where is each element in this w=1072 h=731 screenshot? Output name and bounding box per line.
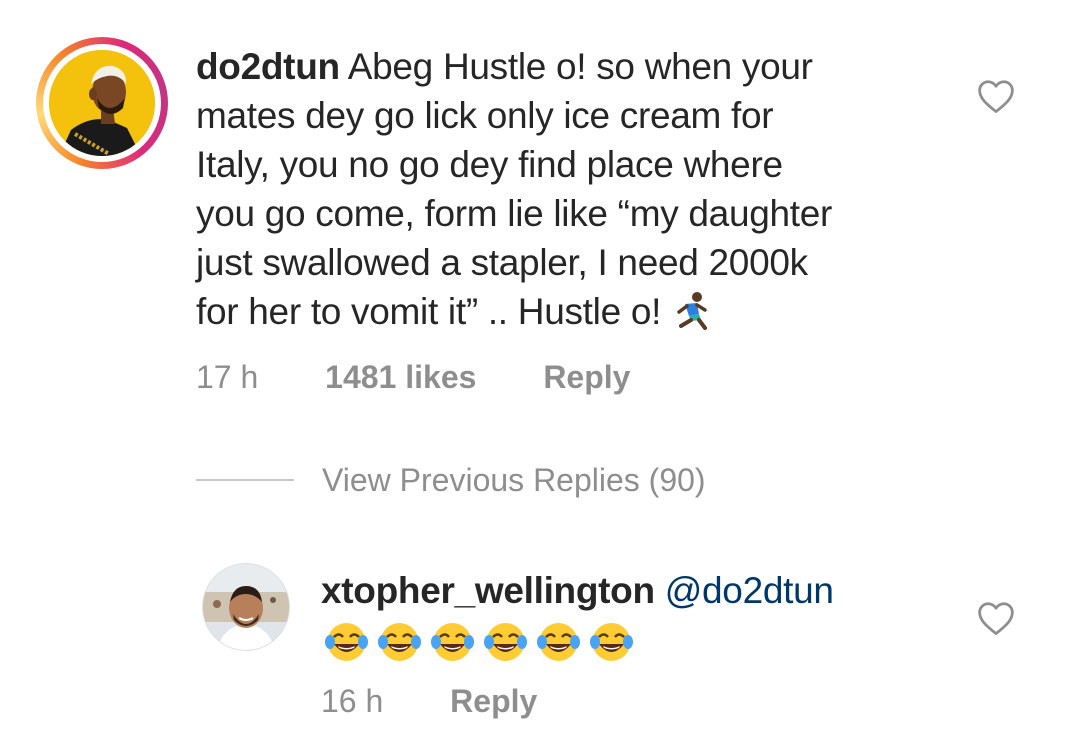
likes-count[interactable]: 1481 likes	[325, 359, 476, 396]
avatar	[49, 50, 155, 156]
cartoon-man-avatar-icon	[49, 50, 155, 156]
tears-of-joy-emoji	[323, 620, 370, 664]
reply-meta: 16 h Reply	[321, 683, 537, 720]
tears-of-joy-emoji	[588, 620, 635, 664]
comment-text: do2dtun Abeg Hustle o! so when your mates…	[196, 42, 936, 336]
tears-of-joy-emoji	[376, 620, 423, 664]
story-ring-avatar[interactable]	[36, 37, 168, 169]
tears-of-joy-emoji	[535, 620, 582, 664]
comment-line-4: you go come, form lie like “my daughter	[196, 193, 833, 234]
beach-selfie-avatar-icon	[203, 564, 289, 650]
person-running-emoji-icon	[677, 292, 708, 330]
comment-username[interactable]: do2dtun	[196, 46, 340, 87]
reply-mention[interactable]: @do2dtun	[665, 570, 834, 611]
comment-line-1: Abeg Hustle o! so when your	[339, 46, 813, 87]
comment-line-5: just swallowed a stapler, I need 2000k	[196, 242, 808, 283]
comment-meta: 17 h 1481 likes Reply	[196, 359, 630, 396]
comment-time: 17 h	[196, 359, 259, 395]
reply-emoji-row	[323, 620, 635, 664]
view-previous-replies-button[interactable]: View Previous Replies (90)	[322, 462, 706, 499]
reply-time: 16 h	[321, 683, 384, 719]
reply-button[interactable]: Reply	[543, 359, 630, 396]
comment-line-2: mates dey go lick only ice cream for	[196, 95, 774, 136]
reply-avatar[interactable]	[202, 563, 290, 651]
comment-line-3: Italy, you no go dey find place where	[196, 144, 783, 185]
reply-reply-button[interactable]: Reply	[450, 683, 537, 720]
tears-of-joy-emoji	[482, 620, 529, 664]
reply-text: xtopher_wellington @do2dtun	[321, 566, 834, 615]
comment-line-6: for her to vomit it” .. Hustle o!	[196, 291, 672, 332]
reply-username[interactable]: xtopher_wellington	[321, 570, 655, 611]
replies-divider	[196, 479, 294, 481]
tears-of-joy-emoji	[429, 620, 476, 664]
heart-outline-icon[interactable]	[976, 600, 1016, 636]
heart-outline-icon[interactable]	[976, 78, 1016, 114]
